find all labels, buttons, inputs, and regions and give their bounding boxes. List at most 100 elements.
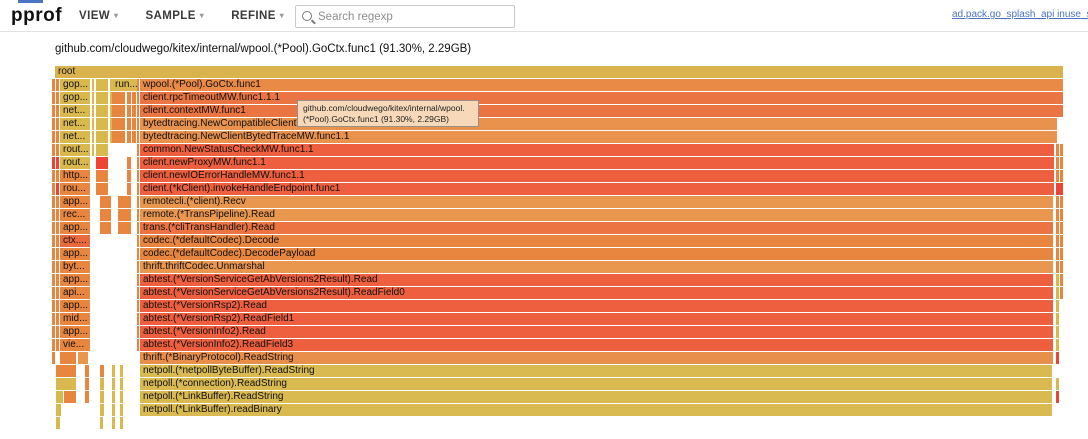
flame-cell-fragment[interactable] (52, 287, 55, 299)
flame-cell-fragment[interactable] (100, 365, 104, 377)
flame-cell-caller[interactable]: rout... (60, 157, 90, 169)
menu-sample[interactable]: SAMPLE ▾ (145, 10, 204, 22)
flame-cell-fragment[interactable] (1056, 313, 1059, 325)
flame-cell-fragment[interactable] (96, 144, 108, 156)
flame-cell-fragment[interactable] (100, 209, 111, 221)
flame-cell-caller[interactable]: app... (60, 196, 90, 208)
flame-cell-fragment[interactable] (52, 92, 55, 104)
flame-cell-fragment[interactable] (112, 417, 115, 429)
flame-cell-fragment[interactable] (96, 183, 108, 195)
flame-cell-fragment[interactable] (137, 313, 139, 325)
flame-cell-caller[interactable]: app... (60, 222, 90, 234)
flame-cell-fragment[interactable] (92, 79, 94, 91)
flame-cell-fragment[interactable] (127, 131, 131, 143)
flame-cell-fragment[interactable] (56, 248, 59, 260)
flame-cell-fragment[interactable] (56, 92, 59, 104)
flame-cell-frame[interactable]: abtest.(*VersionRsp2).ReadField1 (140, 313, 1053, 325)
flame-cell-fragment[interactable] (56, 261, 59, 273)
flame-cell-fragment[interactable] (1060, 222, 1063, 234)
flame-cell-fragment[interactable] (137, 248, 139, 260)
flame-cell-frame[interactable]: thrift.(*BinaryProtocol).ReadString (140, 352, 1053, 364)
flame-cell-fragment[interactable] (1056, 339, 1059, 351)
flame-cell-fragment[interactable] (112, 92, 125, 104)
flame-cell-fragment[interactable] (52, 209, 55, 221)
flame-cell-fragment[interactable] (137, 196, 139, 208)
flame-cell-fragment[interactable] (1056, 300, 1059, 312)
flame-cell-frame[interactable]: abtest.(*VersionInfo2).Read (140, 326, 1053, 338)
flame-cell-fragment[interactable] (52, 300, 55, 312)
flame-cell-fragment[interactable] (52, 79, 55, 91)
flame-cell-frame[interactable]: netpoll.(*LinkBuffer).readBinary (140, 404, 1052, 416)
flame-cell-fragment[interactable] (56, 105, 59, 117)
flame-cell-fragment[interactable] (56, 287, 59, 299)
flame-cell-frame[interactable]: run... (112, 79, 138, 91)
flame-cell-caller[interactable]: ctx.... (60, 235, 90, 247)
flame-cell-fragment[interactable] (56, 404, 61, 416)
profile-link[interactable]: ad.pack.go_splash_api inuse_sp (952, 9, 1088, 20)
flame-cell-caller[interactable]: rec... (60, 209, 90, 221)
flame-cell-fragment[interactable] (132, 118, 136, 130)
search-box[interactable] (295, 5, 515, 28)
flame-cell-caller[interactable]: net... (60, 131, 90, 143)
flame-cell-fragment[interactable] (132, 105, 136, 117)
flame-cell-fragment[interactable] (52, 339, 55, 351)
flame-cell-fragment[interactable] (96, 92, 108, 104)
flame-cell-fragment[interactable] (52, 313, 55, 325)
flame-cell-caller[interactable]: gop... (60, 92, 90, 104)
flame-cell-root[interactable]: root (55, 66, 1063, 78)
flame-cell-fragment[interactable] (96, 131, 108, 143)
flame-cell-fragment[interactable] (137, 261, 139, 273)
flame-cell-fragment[interactable] (127, 157, 131, 169)
flame-cell-fragment[interactable] (118, 222, 131, 234)
flame-cell-fragment[interactable] (100, 222, 111, 234)
flame-cell-fragment[interactable] (1056, 274, 1059, 286)
flame-cell-caller[interactable]: app... (60, 300, 90, 312)
flame-cell-fragment[interactable] (56, 378, 76, 390)
flame-cell-fragment[interactable] (96, 157, 108, 169)
flame-cell-caller[interactable]: gop... (60, 79, 90, 91)
flame-cell-fragment[interactable] (52, 352, 55, 364)
flame-cell-fragment[interactable] (1056, 391, 1059, 403)
flame-cell-fragment[interactable] (137, 92, 139, 104)
flame-cell-frame[interactable]: netpoll.(*connection).ReadString (140, 378, 1052, 390)
flame-cell-fragment[interactable] (127, 170, 131, 182)
flame-cell-caller[interactable]: api... (60, 287, 90, 299)
flame-cell-fragment[interactable] (1060, 196, 1063, 208)
flame-cell-fragment[interactable] (137, 79, 139, 91)
flame-cell-fragment[interactable] (1060, 209, 1063, 221)
flame-cell-frame[interactable]: bytedtracing.NewCompatibleClientTraceMW.… (140, 118, 1057, 130)
flame-cell-fragment[interactable] (56, 79, 59, 91)
flame-cell-fragment[interactable] (92, 105, 94, 117)
flame-cell-fragment[interactable] (56, 222, 59, 234)
flame-cell-fragment[interactable] (56, 235, 59, 247)
flame-cell-fragment[interactable] (137, 144, 139, 156)
flame-cell-caller[interactable]: byt... (60, 261, 90, 273)
flame-cell-frame[interactable]: client.(*kClient).invokeHandleEndpoint.f… (140, 183, 1054, 195)
flame-cell-fragment[interactable] (56, 274, 59, 286)
flame-cell-frame[interactable]: client.newIOErrorHandleMW.func1.1 (140, 170, 1054, 182)
flame-cell-fragment[interactable] (137, 183, 139, 195)
flame-cell-fragment[interactable] (137, 287, 139, 299)
flame-cell-fragment[interactable] (52, 105, 55, 117)
flame-cell-frame[interactable]: netpoll.(*netpollByteBuffer).ReadString (140, 365, 1052, 377)
flame-cell-fragment[interactable] (96, 170, 108, 182)
search-input[interactable] (316, 10, 514, 24)
flame-cell-fragment[interactable] (56, 313, 59, 325)
flame-cell-fragment[interactable] (112, 118, 125, 130)
flame-cell-fragment[interactable] (127, 183, 131, 195)
flame-cell-fragment[interactable] (100, 404, 104, 416)
flame-cell-fragment[interactable] (100, 417, 103, 429)
flame-cell-fragment[interactable] (85, 365, 89, 377)
flame-cell-fragment[interactable] (137, 326, 139, 338)
flame-cell-fragment[interactable] (137, 170, 139, 182)
flame-cell-fragment[interactable] (118, 196, 131, 208)
flame-cell-frame[interactable]: abtest.(*VersionServiceGetAbVersions2Res… (140, 274, 1053, 286)
flame-cell-fragment[interactable] (56, 365, 76, 377)
flame-cell-fragment[interactable] (112, 365, 115, 377)
flame-cell-caller[interactable]: http... (60, 170, 90, 182)
flame-cell-frame[interactable]: abtest.(*VersionServiceGetAbVersions2Res… (140, 287, 1053, 299)
flame-cell-fragment[interactable] (120, 378, 123, 390)
flame-cell-fragment[interactable] (137, 274, 139, 286)
flame-cell-fragment[interactable] (52, 222, 55, 234)
flame-cell-fragment[interactable] (56, 183, 59, 195)
